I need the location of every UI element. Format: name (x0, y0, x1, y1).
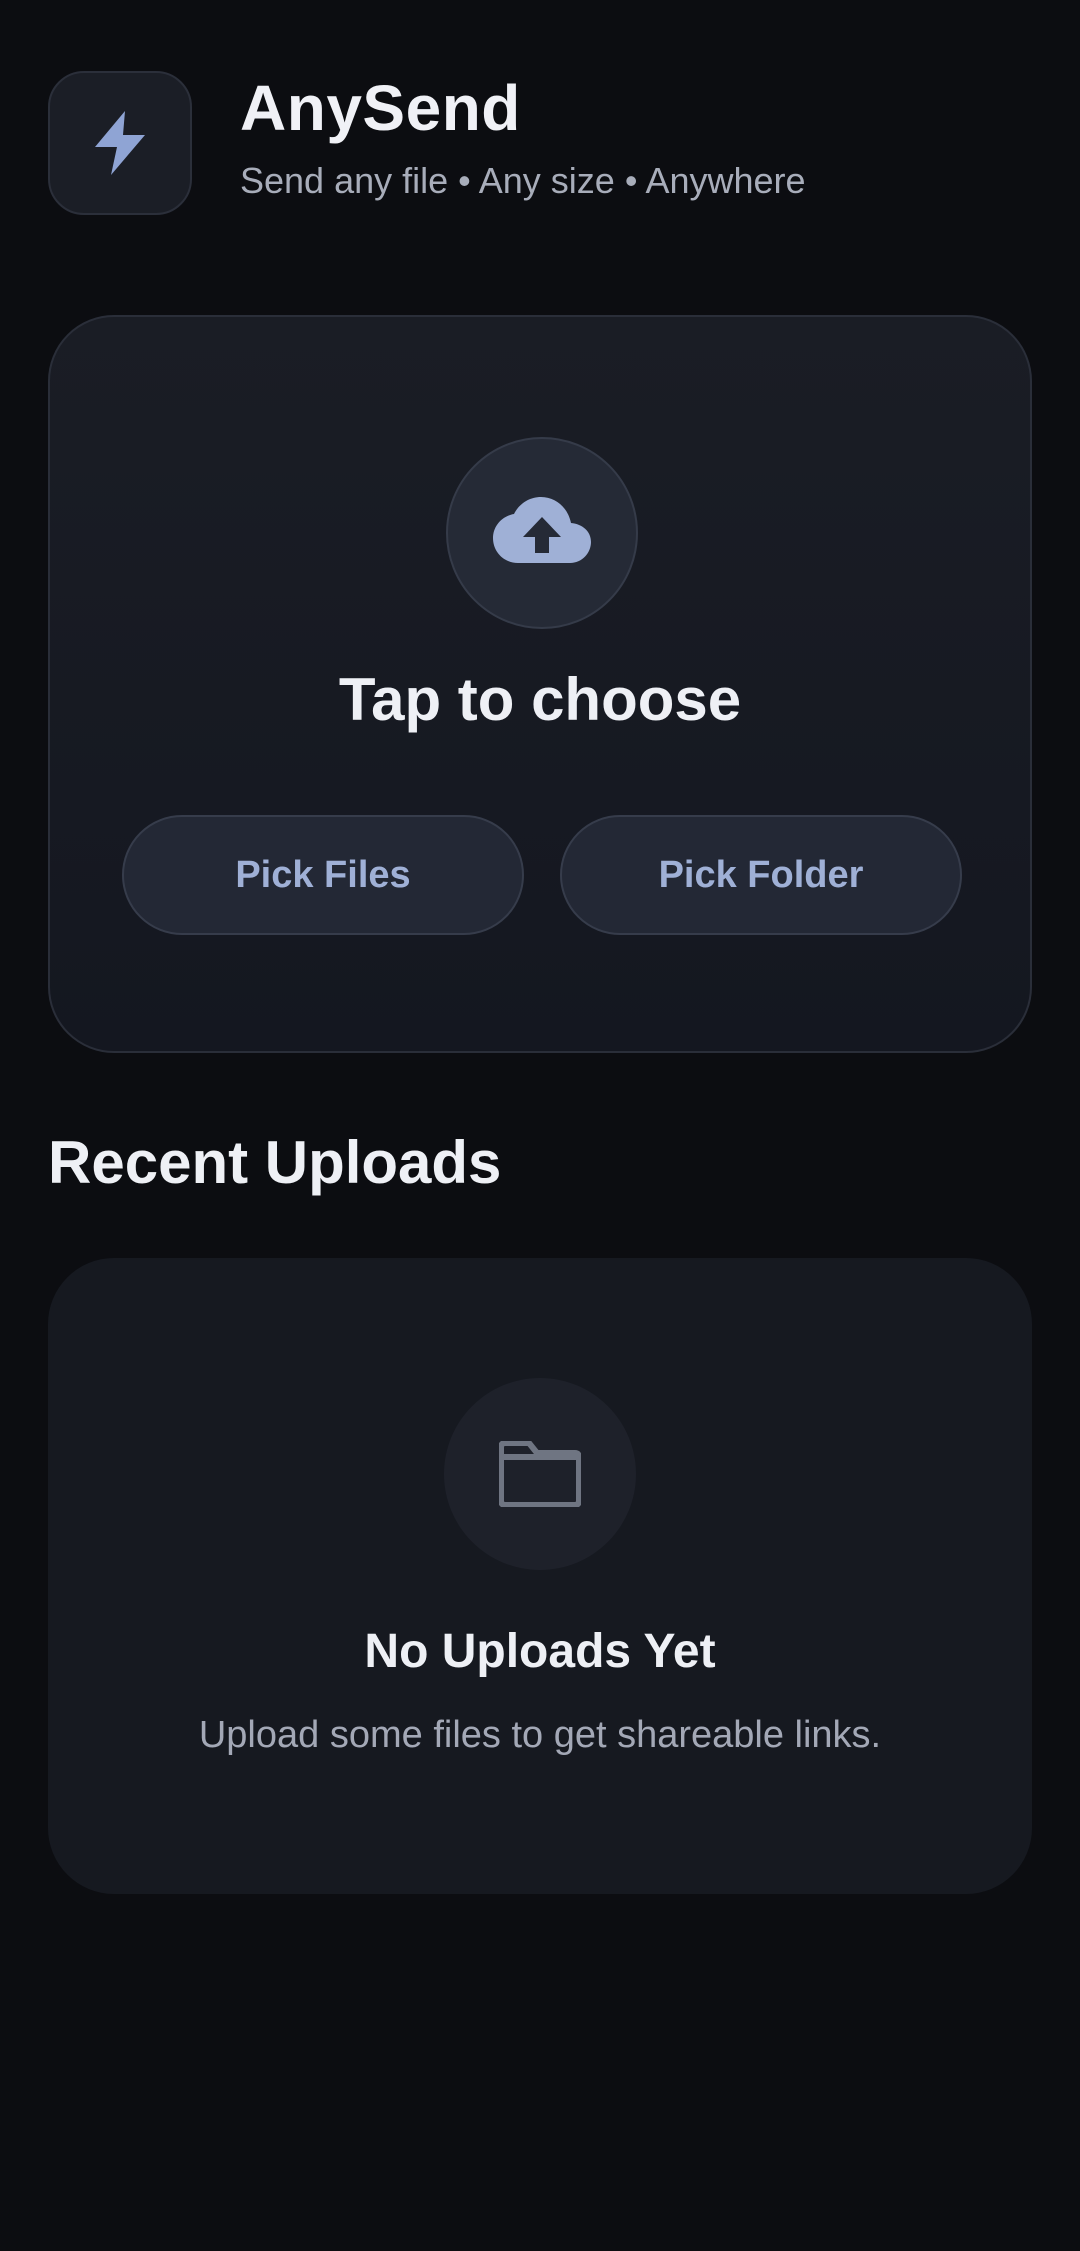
upload-title: Tap to choose (338, 666, 742, 733)
folder-icon-badge (444, 1378, 636, 1570)
folder-icon (499, 1441, 581, 1507)
pick-files-button[interactable]: Pick Files (122, 815, 524, 935)
pick-folder-button[interactable]: Pick Folder (560, 815, 962, 935)
app-tagline: Send any file • Any size • Anywhere (240, 160, 806, 201)
upload-icon-badge[interactable] (446, 437, 638, 629)
cloud-upload-icon (493, 497, 591, 563)
upload-dropzone[interactable]: Tap to choose Pick Files Pick Folder (48, 315, 1032, 1053)
recent-uploads-heading: Recent Uploads (48, 1129, 502, 1196)
empty-state-title: No Uploads Yet (364, 1625, 716, 1678)
app-logo (48, 71, 192, 215)
app-header: AnySend Send any file • Any size • Anywh… (48, 71, 1032, 216)
recent-uploads-empty-state: No Uploads Yet Upload some files to get … (48, 1258, 1032, 1894)
empty-state-description: Upload some files to get shareable links… (198, 1714, 882, 1756)
app-screen: AnySend Send any file • Any size • Anywh… (0, 0, 1080, 2251)
lightning-bolt-icon (95, 111, 145, 175)
app-title: AnySend (240, 72, 521, 144)
